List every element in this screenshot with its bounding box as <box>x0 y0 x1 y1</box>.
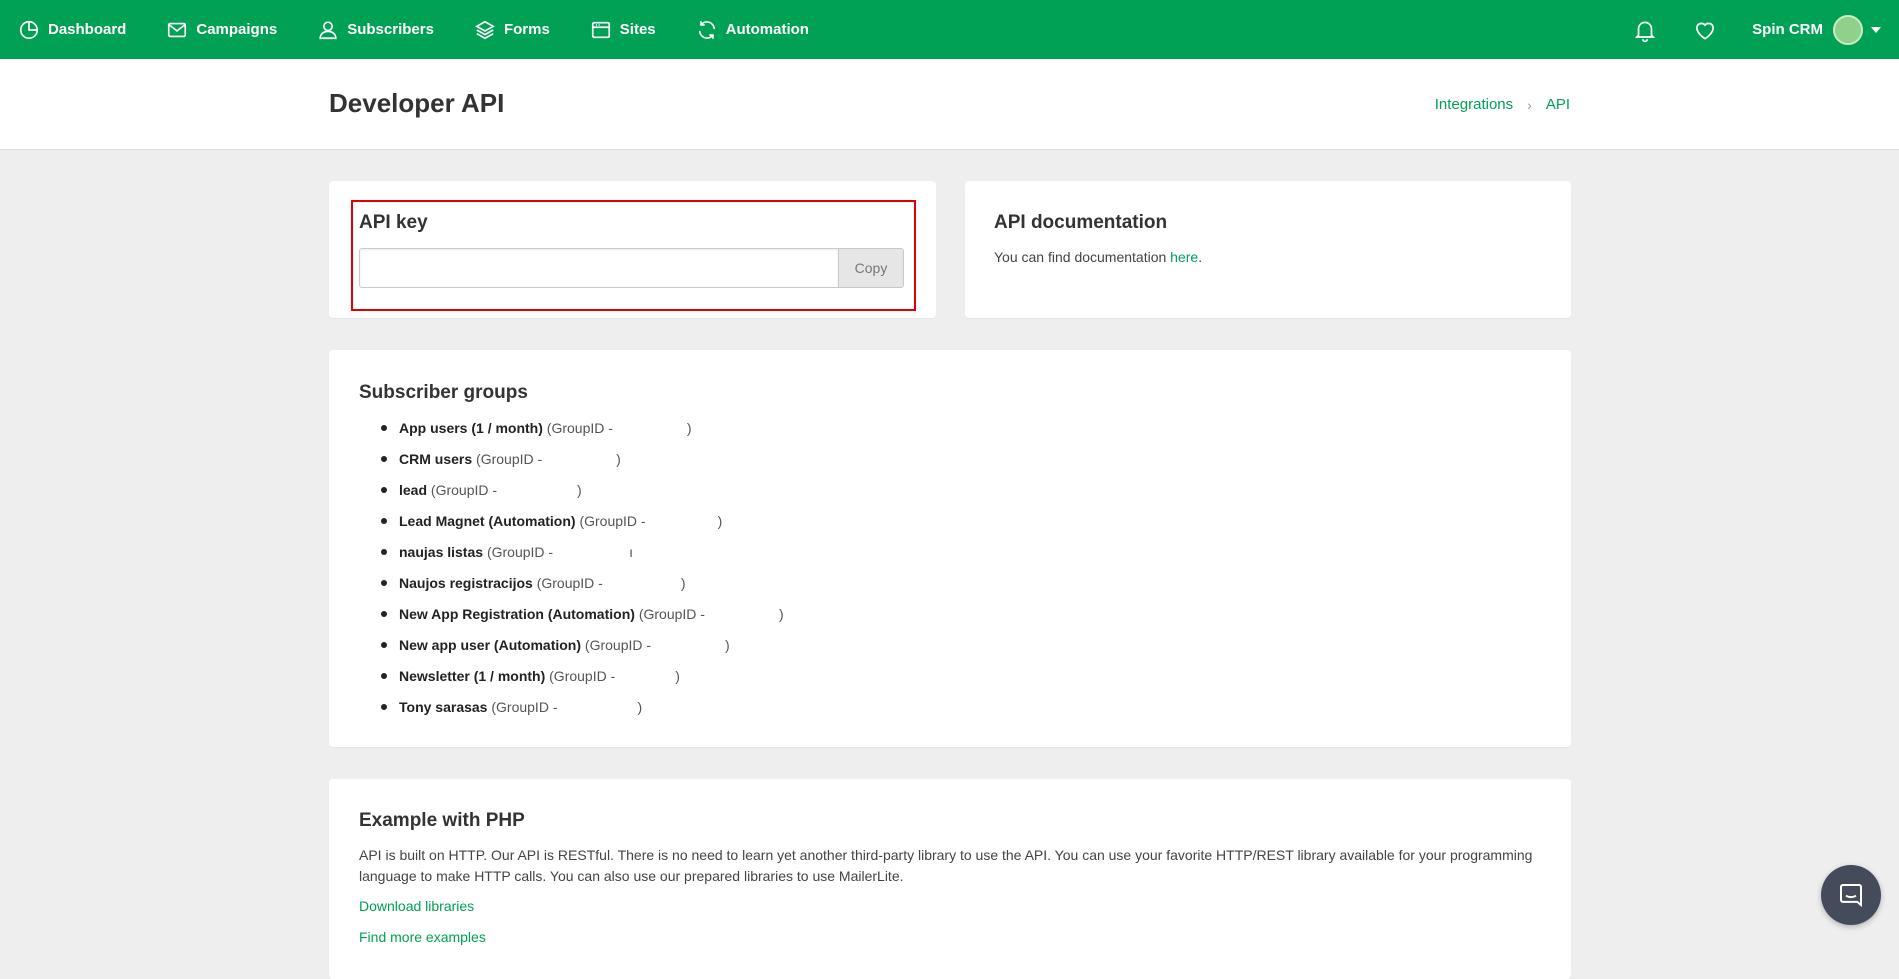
page-header: Developer API Integrations › API <box>0 59 1899 150</box>
list-item: naujas listas (GroupID - ı <box>381 543 784 574</box>
group-id-close: ) <box>616 451 621 467</box>
nav-sites-label: Sites <box>619 21 656 38</box>
main-nav: Dashboard Campaigns Subscribers Forms Si… <box>0 0 849 59</box>
group-id-close: ) <box>680 575 686 591</box>
breadcrumb-api[interactable]: API <box>1546 96 1570 113</box>
group-id-close: ) <box>717 513 723 529</box>
group-id-label: (GroupID - <box>491 699 558 715</box>
list-item: Lead Magnet (Automation) (GroupID -) <box>381 512 784 543</box>
group-id-close: ) <box>686 420 692 436</box>
list-item: New App Registration (Automation) (Group… <box>381 605 784 636</box>
group-name: naujas listas <box>399 544 484 560</box>
dashboard-icon <box>18 19 40 41</box>
list-item: CRM users (GroupID -) <box>381 450 784 481</box>
nav-forms[interactable]: Forms <box>474 19 550 41</box>
group-id-label: (GroupID - <box>486 544 554 560</box>
find-more-examples-link[interactable]: Find more examples <box>359 929 486 945</box>
layers-icon <box>474 19 496 41</box>
list-item: App users (1 / month) (GroupID -) <box>381 419 784 450</box>
heart-icon[interactable] <box>1692 17 1718 43</box>
browser-icon <box>590 19 612 41</box>
refresh-icon <box>696 19 718 41</box>
api-key-title: API key <box>359 212 428 233</box>
page-title: Developer API <box>329 88 505 118</box>
nav-dashboard[interactable]: Dashboard <box>18 19 126 41</box>
group-id-close: ) <box>675 668 680 684</box>
group-list: App users (1 / month) (GroupID -) CRM us… <box>381 419 784 729</box>
php-example-title: Example with PHP <box>359 810 525 831</box>
chevron-down-icon <box>1871 26 1881 33</box>
list-item: New app user (Automation) (GroupID -) <box>381 636 784 667</box>
nav-subscribers-label: Subscribers <box>347 21 434 38</box>
group-id-close: ı <box>629 544 633 560</box>
api-key-input[interactable] <box>359 248 839 288</box>
user-icon <box>317 19 339 41</box>
breadcrumb: Integrations › API <box>1435 96 1570 113</box>
api-docs-title: API documentation <box>994 212 1168 233</box>
group-id-close: ) <box>725 637 730 653</box>
php-example-text: API is built on HTTP. Our API is RESTful… <box>359 847 1533 884</box>
list-item: Tony sarasas (GroupID -) <box>381 698 784 729</box>
group-id-close: ) <box>637 699 643 715</box>
list-item: Naujos registracijos (GroupID -) <box>381 574 784 605</box>
group-name: App users (1 / month) <box>399 420 543 436</box>
bell-icon[interactable] <box>1632 17 1658 43</box>
nav-forms-label: Forms <box>503 21 550 38</box>
group-name: lead <box>399 482 428 498</box>
group-id-label: (GroupID - <box>536 575 603 591</box>
nav-dashboard-label: Dashboard <box>48 21 127 38</box>
nav-automation-label: Automation <box>725 21 809 38</box>
chat-icon <box>1836 880 1866 910</box>
api-key-card: API key Copy <box>329 181 936 318</box>
avatar <box>1833 14 1863 45</box>
list-item: lead (GroupID -) <box>381 481 784 512</box>
group-id-close: ) <box>778 606 784 622</box>
nav-campaigns-label: Campaigns <box>196 21 278 38</box>
nav-sites[interactable]: Sites <box>590 19 656 41</box>
group-id-close: ) <box>577 482 582 498</box>
envelope-icon <box>166 19 188 41</box>
top-navbar: Dashboard Campaigns Subscribers Forms Si… <box>0 0 1899 59</box>
subscriber-groups-title: Subscriber groups <box>359 382 528 403</box>
group-name: Lead Magnet (Automation) <box>399 513 576 529</box>
account-name: Spin CRM <box>1752 21 1823 38</box>
group-id-label: (GroupID - <box>584 637 652 653</box>
group-id-label: (GroupID - <box>476 451 543 467</box>
subscriber-groups-card: Subscriber groups App users (1 / month) … <box>329 350 1571 747</box>
docs-here-link[interactable]: here <box>1170 249 1198 265</box>
group-name: Newsletter (1 / month) <box>399 668 546 684</box>
group-name: CRM users <box>399 451 473 467</box>
group-id-label: (GroupID - <box>579 513 646 529</box>
chevron-right-icon: › <box>1527 96 1532 113</box>
nav-subscribers[interactable]: Subscribers <box>317 19 434 41</box>
api-docs-text: You can find documentation here. <box>994 249 1202 265</box>
topbar-right: Spin CRM <box>1632 0 1881 59</box>
account-menu[interactable]: Spin CRM <box>1752 14 1881 45</box>
nav-campaigns[interactable]: Campaigns <box>166 19 277 41</box>
group-name: Tony sarasas <box>399 699 488 715</box>
group-name: New app user (Automation) <box>399 637 582 653</box>
chat-button[interactable] <box>1821 865 1881 925</box>
list-item: Newsletter (1 / month) (GroupID -) <box>381 667 784 698</box>
api-docs-sentence: You can find documentation <box>994 249 1167 265</box>
download-libraries-link[interactable]: Download libraries <box>359 898 474 914</box>
copy-button[interactable]: Copy <box>838 248 904 288</box>
group-id-label: (GroupID - <box>546 420 613 436</box>
group-name: Naujos registracijos <box>399 575 533 591</box>
group-id-label: (GroupID - <box>430 482 498 498</box>
api-docs-card: API documentation You can find documenta… <box>965 181 1571 318</box>
group-id-label: (GroupID - <box>638 606 705 622</box>
php-example-card: Example with PHP API is built on HTTP. O… <box>329 779 1571 979</box>
docs-period: . <box>1198 249 1203 265</box>
group-id-label: (GroupID - <box>549 668 616 684</box>
breadcrumb-integrations[interactable]: Integrations <box>1435 96 1513 113</box>
group-name: New App Registration (Automation) <box>399 606 635 622</box>
nav-automation[interactable]: Automation <box>696 19 809 41</box>
